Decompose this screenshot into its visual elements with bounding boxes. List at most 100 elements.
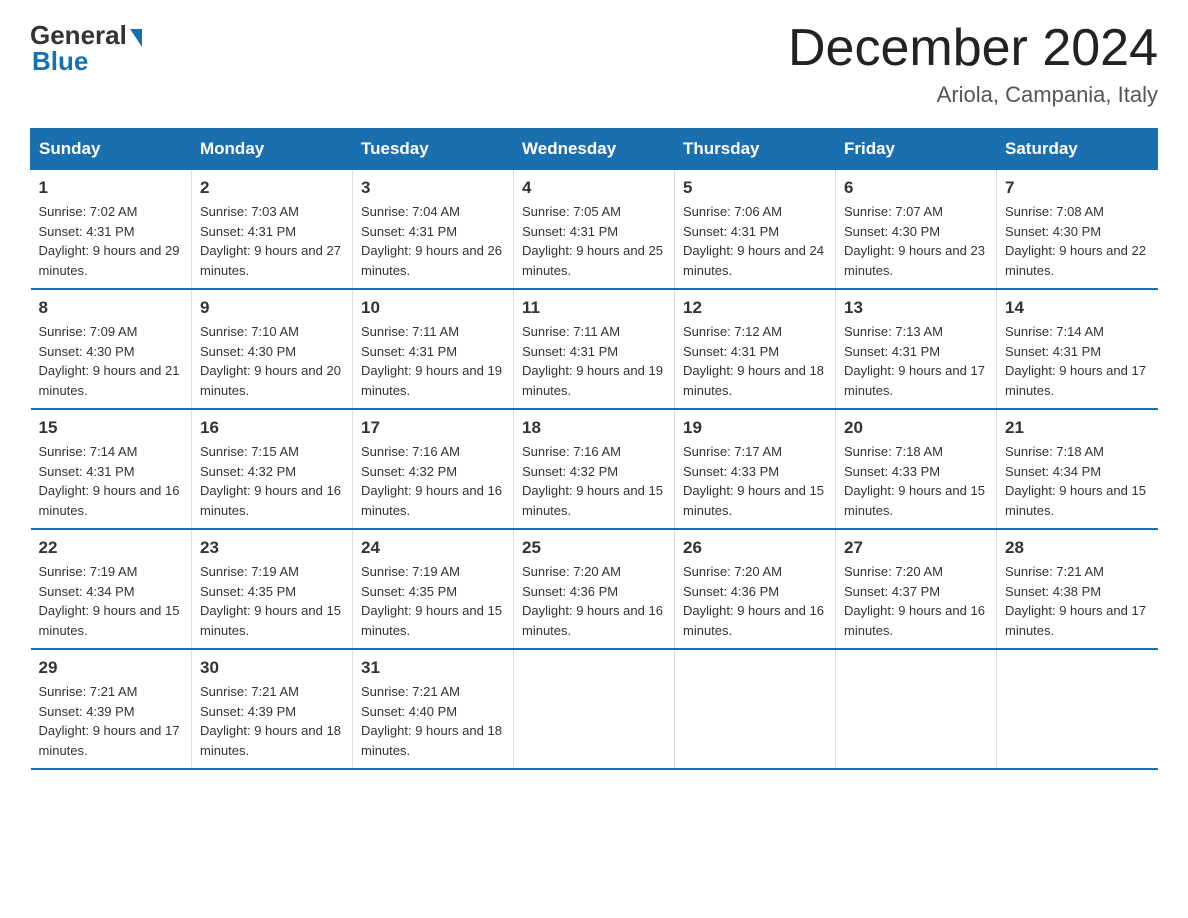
calendar-cell: 20 Sunrise: 7:18 AMSunset: 4:33 PMDayligh… xyxy=(836,409,997,529)
calendar-cell: 16 Sunrise: 7:15 AMSunset: 4:32 PMDayligh… xyxy=(192,409,353,529)
day-number: 6 xyxy=(844,178,988,198)
calendar-cell: 9 Sunrise: 7:10 AMSunset: 4:30 PMDaylight… xyxy=(192,289,353,409)
day-number: 17 xyxy=(361,418,505,438)
day-info: Sunrise: 7:21 AMSunset: 4:39 PMDaylight:… xyxy=(39,682,184,760)
day-info: Sunrise: 7:13 AMSunset: 4:31 PMDaylight:… xyxy=(844,322,988,400)
calendar-cell: 26Sunrise: 7:20 AMSunset: 4:36 PMDayligh… xyxy=(675,529,836,649)
calendar-cell: 5 Sunrise: 7:06 AMSunset: 4:31 PMDaylight… xyxy=(675,170,836,290)
day-number: 9 xyxy=(200,298,344,318)
calendar-week-row: 29 Sunrise: 7:21 AMSunset: 4:39 PMDayligh… xyxy=(31,649,1158,769)
day-number: 14 xyxy=(1005,298,1150,318)
header-friday: Friday xyxy=(836,129,997,170)
day-number: 20 xyxy=(844,418,988,438)
calendar-cell: 31Sunrise: 7:21 AMSunset: 4:40 PMDayligh… xyxy=(353,649,514,769)
calendar-week-row: 1 Sunrise: 7:02 AMSunset: 4:31 PMDaylight… xyxy=(31,170,1158,290)
calendar-header-row: SundayMondayTuesdayWednesdayThursdayFrid… xyxy=(31,129,1158,170)
day-info: Sunrise: 7:15 AMSunset: 4:32 PMDaylight:… xyxy=(200,442,344,520)
day-number: 21 xyxy=(1005,418,1150,438)
day-info: Sunrise: 7:20 AMSunset: 4:36 PMDaylight:… xyxy=(522,562,666,640)
day-info: Sunrise: 7:18 AMSunset: 4:34 PMDaylight:… xyxy=(1005,442,1150,520)
calendar-cell: 18 Sunrise: 7:16 AMSunset: 4:32 PMDayligh… xyxy=(514,409,675,529)
calendar-cell xyxy=(997,649,1158,769)
day-number: 27 xyxy=(844,538,988,558)
day-info: Sunrise: 7:18 AMSunset: 4:33 PMDaylight:… xyxy=(844,442,988,520)
calendar-cell xyxy=(836,649,997,769)
day-number: 15 xyxy=(39,418,184,438)
calendar-cell: 1 Sunrise: 7:02 AMSunset: 4:31 PMDaylight… xyxy=(31,170,192,290)
day-info: Sunrise: 7:08 AMSunset: 4:30 PMDaylight:… xyxy=(1005,202,1150,280)
day-number: 5 xyxy=(683,178,827,198)
day-info: Sunrise: 7:19 AMSunset: 4:35 PMDaylight:… xyxy=(361,562,505,640)
logo-blue-text: Blue xyxy=(32,46,88,77)
day-number: 16 xyxy=(200,418,344,438)
calendar-cell: 8 Sunrise: 7:09 AMSunset: 4:30 PMDaylight… xyxy=(31,289,192,409)
day-info: Sunrise: 7:09 AMSunset: 4:30 PMDaylight:… xyxy=(39,322,184,400)
logo-arrow-icon xyxy=(130,29,142,47)
calendar-cell xyxy=(675,649,836,769)
day-info: Sunrise: 7:21 AMSunset: 4:38 PMDaylight:… xyxy=(1005,562,1150,640)
day-info: Sunrise: 7:19 AMSunset: 4:35 PMDaylight:… xyxy=(200,562,344,640)
day-info: Sunrise: 7:16 AMSunset: 4:32 PMDaylight:… xyxy=(522,442,666,520)
day-info: Sunrise: 7:14 AMSunset: 4:31 PMDaylight:… xyxy=(39,442,184,520)
month-title: December 2024 xyxy=(788,20,1158,77)
calendar-cell: 29 Sunrise: 7:21 AMSunset: 4:39 PMDayligh… xyxy=(31,649,192,769)
calendar-cell: 13 Sunrise: 7:13 AMSunset: 4:31 PMDayligh… xyxy=(836,289,997,409)
logo: General Blue xyxy=(30,20,142,77)
day-info: Sunrise: 7:19 AMSunset: 4:34 PMDaylight:… xyxy=(39,562,184,640)
calendar-cell: 21 Sunrise: 7:18 AMSunset: 4:34 PMDayligh… xyxy=(997,409,1158,529)
calendar-cell: 25Sunrise: 7:20 AMSunset: 4:36 PMDayligh… xyxy=(514,529,675,649)
day-number: 7 xyxy=(1005,178,1150,198)
day-number: 30 xyxy=(200,658,344,678)
day-info: Sunrise: 7:06 AMSunset: 4:31 PMDaylight:… xyxy=(683,202,827,280)
title-section: December 2024 Ariola, Campania, Italy xyxy=(788,20,1158,108)
day-number: 8 xyxy=(39,298,184,318)
calendar-cell: 10 Sunrise: 7:11 AMSunset: 4:31 PMDayligh… xyxy=(353,289,514,409)
day-number: 1 xyxy=(39,178,184,198)
header-monday: Monday xyxy=(192,129,353,170)
calendar-cell: 23 Sunrise: 7:19 AMSunset: 4:35 PMDayligh… xyxy=(192,529,353,649)
calendar-cell: 27Sunrise: 7:20 AMSunset: 4:37 PMDayligh… xyxy=(836,529,997,649)
calendar-cell: 19 Sunrise: 7:17 AMSunset: 4:33 PMDayligh… xyxy=(675,409,836,529)
calendar-cell: 11 Sunrise: 7:11 AMSunset: 4:31 PMDayligh… xyxy=(514,289,675,409)
calendar-cell xyxy=(514,649,675,769)
day-info: Sunrise: 7:11 AMSunset: 4:31 PMDaylight:… xyxy=(361,322,505,400)
calendar-cell: 30Sunrise: 7:21 AMSunset: 4:39 PMDayligh… xyxy=(192,649,353,769)
day-number: 11 xyxy=(522,298,666,318)
day-info: Sunrise: 7:02 AMSunset: 4:31 PMDaylight:… xyxy=(39,202,184,280)
day-number: 18 xyxy=(522,418,666,438)
day-number: 10 xyxy=(361,298,505,318)
calendar-cell: 28 Sunrise: 7:21 AMSunset: 4:38 PMDayligh… xyxy=(997,529,1158,649)
calendar-week-row: 22 Sunrise: 7:19 AMSunset: 4:34 PMDayligh… xyxy=(31,529,1158,649)
day-number: 4 xyxy=(522,178,666,198)
calendar-cell: 17 Sunrise: 7:16 AMSunset: 4:32 PMDayligh… xyxy=(353,409,514,529)
calendar-cell: 22 Sunrise: 7:19 AMSunset: 4:34 PMDayligh… xyxy=(31,529,192,649)
calendar-week-row: 15 Sunrise: 7:14 AMSunset: 4:31 PMDayligh… xyxy=(31,409,1158,529)
calendar-cell: 24Sunrise: 7:19 AMSunset: 4:35 PMDayligh… xyxy=(353,529,514,649)
calendar-cell: 2Sunrise: 7:03 AMSunset: 4:31 PMDaylight… xyxy=(192,170,353,290)
calendar-week-row: 8 Sunrise: 7:09 AMSunset: 4:30 PMDaylight… xyxy=(31,289,1158,409)
day-info: Sunrise: 7:11 AMSunset: 4:31 PMDaylight:… xyxy=(522,322,666,400)
day-number: 13 xyxy=(844,298,988,318)
calendar-table: SundayMondayTuesdayWednesdayThursdayFrid… xyxy=(30,128,1158,770)
header-saturday: Saturday xyxy=(997,129,1158,170)
day-info: Sunrise: 7:04 AMSunset: 4:31 PMDaylight:… xyxy=(361,202,505,280)
day-info: Sunrise: 7:20 AMSunset: 4:36 PMDaylight:… xyxy=(683,562,827,640)
day-info: Sunrise: 7:17 AMSunset: 4:33 PMDaylight:… xyxy=(683,442,827,520)
calendar-cell: 7 Sunrise: 7:08 AMSunset: 4:30 PMDaylight… xyxy=(997,170,1158,290)
header-wednesday: Wednesday xyxy=(514,129,675,170)
day-number: 19 xyxy=(683,418,827,438)
day-number: 3 xyxy=(361,178,505,198)
day-info: Sunrise: 7:14 AMSunset: 4:31 PMDaylight:… xyxy=(1005,322,1150,400)
calendar-cell: 6 Sunrise: 7:07 AMSunset: 4:30 PMDaylight… xyxy=(836,170,997,290)
day-number: 29 xyxy=(39,658,184,678)
day-number: 28 xyxy=(1005,538,1150,558)
day-info: Sunrise: 7:10 AMSunset: 4:30 PMDaylight:… xyxy=(200,322,344,400)
day-info: Sunrise: 7:16 AMSunset: 4:32 PMDaylight:… xyxy=(361,442,505,520)
day-info: Sunrise: 7:07 AMSunset: 4:30 PMDaylight:… xyxy=(844,202,988,280)
header-thursday: Thursday xyxy=(675,129,836,170)
day-info: Sunrise: 7:21 AMSunset: 4:40 PMDaylight:… xyxy=(361,682,505,760)
day-number: 23 xyxy=(200,538,344,558)
calendar-cell: 15 Sunrise: 7:14 AMSunset: 4:31 PMDayligh… xyxy=(31,409,192,529)
day-number: 22 xyxy=(39,538,184,558)
calendar-cell: 4Sunrise: 7:05 AMSunset: 4:31 PMDaylight… xyxy=(514,170,675,290)
